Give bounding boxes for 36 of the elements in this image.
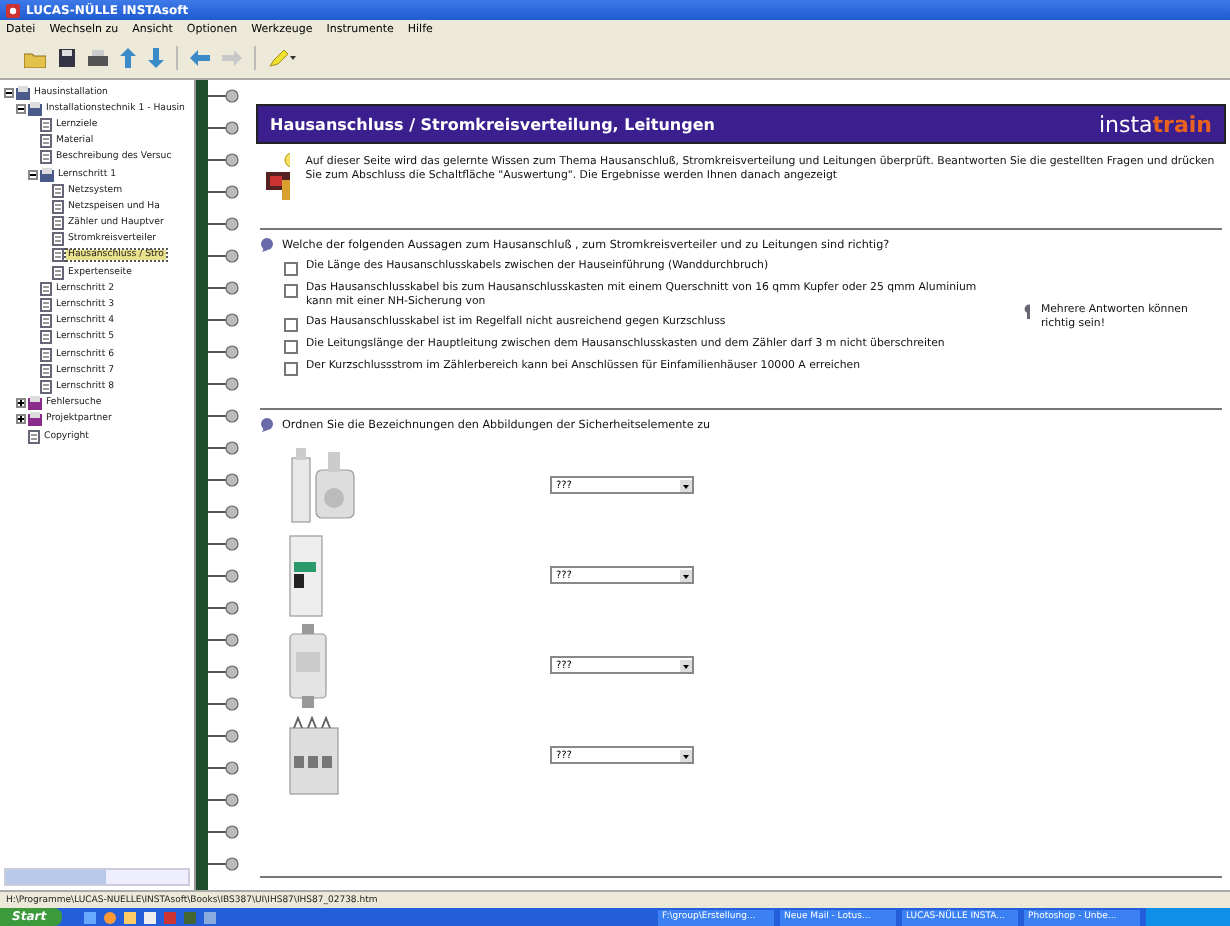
collapse-icon[interactable]	[28, 169, 38, 180]
printer-icon[interactable]	[88, 49, 108, 67]
page-icon	[28, 429, 40, 444]
down-arrow-icon[interactable]	[148, 48, 164, 68]
app-icon	[6, 3, 20, 17]
up-arrow-icon[interactable]	[120, 48, 136, 68]
expand-icon[interactable]	[16, 398, 26, 409]
folder-icon[interactable]	[24, 49, 46, 67]
checkbox[interactable]	[284, 284, 298, 298]
dropdown-arrow-icon[interactable]	[680, 749, 692, 761]
checkbox[interactable]	[284, 340, 298, 354]
lightbulb-icon	[1024, 304, 1031, 320]
back-arrow-icon[interactable]	[190, 50, 210, 66]
logo: instatrain	[1098, 111, 1212, 137]
dropdown-arrow-icon[interactable]	[680, 479, 692, 491]
save-icon[interactable]	[58, 48, 76, 68]
dropdown-arrow-icon[interactable]	[680, 569, 692, 581]
dropdown-arrow-icon[interactable]	[680, 659, 692, 671]
checkbox[interactable]	[284, 362, 298, 376]
speech-bubble-icon	[260, 418, 274, 432]
checkbox[interactable]	[284, 262, 298, 276]
collapse-icon[interactable]	[16, 103, 26, 114]
book-icon	[40, 167, 54, 182]
pencil-icon[interactable]	[268, 48, 296, 68]
expand-icon[interactable]	[16, 414, 26, 425]
system-tray	[1146, 908, 1230, 926]
nh-fuse-drawing	[288, 623, 328, 707]
multi-pole-breaker-drawing	[288, 715, 340, 795]
speech-bubble-icon	[260, 238, 274, 252]
teacher-icon	[264, 152, 290, 200]
horizontal-scrollbar[interactable]	[4, 868, 190, 886]
page-title: Hausanschluss / Stromkreisverteilung, Leitungen	[270, 115, 715, 133]
fuse-holder-drawing	[288, 445, 356, 525]
collapse-icon[interactable]	[4, 87, 14, 98]
checkbox[interactable]	[284, 318, 298, 332]
circuit-breaker-drawing	[288, 533, 324, 617]
